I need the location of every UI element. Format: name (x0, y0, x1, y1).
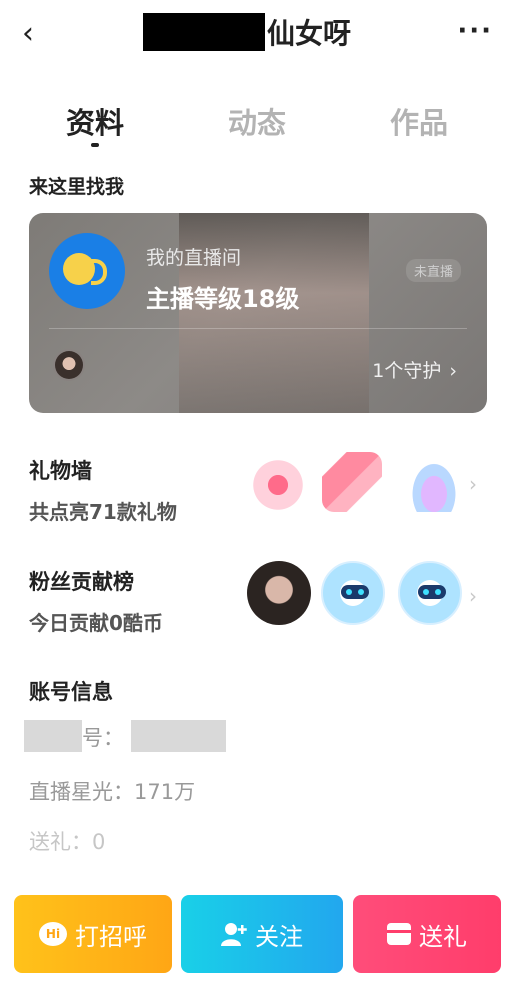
chevron-right-icon: › (469, 472, 477, 496)
more-dots-icon: ··· (457, 16, 493, 46)
fan-avatar (247, 561, 311, 625)
tab-profile[interactable]: 资料 (66, 100, 124, 142)
live-room-card[interactable]: 我的直播间 主播等级18级 未直播 1个守护 › (29, 213, 487, 413)
say-hi-label: 打招呼 (75, 922, 147, 951)
live-app-logo-icon (49, 233, 125, 309)
fan-robot-avatar (398, 561, 462, 625)
gifts-sent-line: 送礼：0 (29, 830, 106, 854)
follow-button[interactable]: 关注 (181, 895, 343, 973)
gift-paper-plane-icon (322, 452, 382, 512)
title-area: 仙女呀 (143, 12, 351, 52)
tab-active-indicator (91, 143, 99, 147)
chevron-right-icon: › (469, 584, 477, 608)
anchor-level: 主播等级18级 (146, 285, 300, 313)
gift-flower-boat-icon (404, 452, 464, 512)
account-id-label: 号： (82, 726, 124, 750)
account-info-heading: 账号信息 (29, 680, 113, 704)
card-divider (49, 328, 467, 329)
guardian-avatar[interactable] (53, 349, 85, 381)
more-button[interactable]: ··· (457, 16, 493, 46)
profile-tabs: 资料 动态 作品 (0, 100, 515, 155)
follow-label: 关注 (255, 922, 303, 951)
tab-works[interactable]: 作品 (390, 100, 448, 142)
star-light-line: 直播星光：171万 (29, 780, 196, 804)
guardian-count: 1个守护 (372, 360, 442, 382)
live-status-badge: 未直播 (405, 259, 461, 282)
hi-bubble-icon: Hi (39, 922, 67, 946)
top-bar: ‹ 仙女呀 ··· (0, 0, 515, 70)
chevron-left-icon: ‹ (22, 16, 34, 51)
gift-love-letter-icon (248, 452, 308, 512)
add-user-icon (221, 922, 247, 946)
back-button[interactable]: ‹ (22, 14, 52, 54)
fan-ranking-title: 粉丝贡献榜 (29, 570, 134, 594)
chevron-right-icon: › (449, 360, 457, 382)
redacted-block (24, 720, 82, 752)
say-hi-button[interactable]: Hi 打招呼 (14, 895, 172, 973)
redacted-block (131, 720, 226, 752)
tab-moments[interactable]: 动态 (228, 100, 286, 142)
find-me-heading: 来这里找我 (29, 176, 125, 198)
redacted-name-block (143, 13, 265, 51)
gift-wall-summary: 共点亮71款礼物 (29, 500, 177, 524)
guardian-link[interactable]: 1个守护 › (372, 356, 457, 383)
gift-wall-title: 礼物墙 (29, 459, 92, 483)
gift-box-icon (387, 923, 411, 945)
live-room-subtitle: 我的直播间 (146, 247, 242, 269)
fan-robot-avatar (321, 561, 385, 625)
send-gift-button[interactable]: 送礼 (353, 895, 501, 973)
page-title: 仙女呀 (267, 17, 352, 50)
fan-ranking-summary: 今日贡献0酷币 (29, 611, 163, 635)
send-gift-label: 送礼 (419, 922, 467, 951)
